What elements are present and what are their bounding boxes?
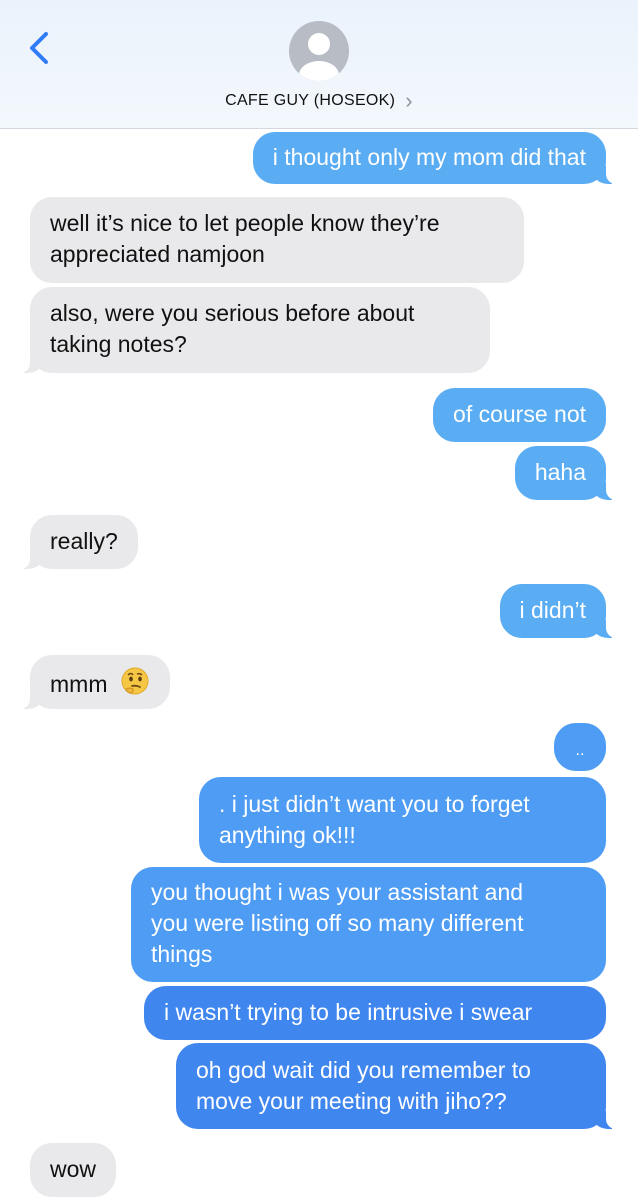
chevron-left-icon[interactable] bbox=[22, 28, 62, 68]
message-line: appreciated namjoon bbox=[50, 241, 265, 267]
message-bubble-outgoing[interactable]: .. bbox=[554, 723, 606, 771]
message-line: you thought i was your assistant and bbox=[151, 879, 524, 905]
message-bubble-outgoing[interactable]: haha bbox=[514, 446, 618, 500]
message-text: wow bbox=[50, 1156, 97, 1182]
message-line: taking notes? bbox=[50, 331, 187, 357]
message-text: .. bbox=[575, 742, 585, 759]
message-text: i thought only my mom did that bbox=[272, 144, 586, 170]
message-text: mmm bbox=[50, 671, 108, 697]
message-bubble-incoming[interactable]: well it’s nice to let people know they’r… bbox=[30, 197, 524, 283]
message-bubble-incoming[interactable]: mmm bbox=[19, 655, 170, 709]
message-line: you were listing off so many different bbox=[151, 910, 524, 936]
message-text: of course not bbox=[453, 401, 586, 427]
chevron-right-icon: › bbox=[405, 88, 413, 113]
contact-name-button[interactable]: CAFE GUY (HOSEOK) › bbox=[0, 88, 638, 113]
message-line: . i just didn’t want you to forget bbox=[219, 791, 530, 817]
message-bubble-incoming[interactable]: really? bbox=[19, 515, 138, 569]
message-text: really? bbox=[50, 528, 118, 554]
message-line: well it’s nice to let people know they’r… bbox=[50, 210, 440, 236]
message-bubble-outgoing[interactable]: i wasn’t trying to be intrusive i swear bbox=[144, 986, 606, 1040]
message-bubble-outgoing[interactable]: of course not bbox=[433, 388, 606, 442]
message-bubble-outgoing[interactable]: . i just didn’t want you to forget anyth… bbox=[199, 777, 606, 863]
message-line: move your meeting with jiho?? bbox=[196, 1088, 507, 1114]
thinking-face-emoji bbox=[121, 667, 149, 695]
message-line: anything ok!!! bbox=[219, 822, 356, 848]
contact-name: CAFE GUY (HOSEOK) bbox=[225, 92, 396, 109]
message-bubble-outgoing[interactable]: i thought only my mom did that bbox=[252, 132, 618, 184]
message-bubble-incoming[interactable]: also, were you serious before about taki… bbox=[19, 287, 490, 373]
message-bubble-incoming[interactable]: wow bbox=[30, 1143, 117, 1197]
message-line: things bbox=[151, 941, 213, 967]
message-bubble-outgoing[interactable]: you thought i was your assistant and you… bbox=[131, 867, 606, 982]
message-line: also, were you serious before about bbox=[50, 300, 415, 326]
message-bubble-outgoing[interactable]: oh god wait did you remember to move you… bbox=[176, 1043, 617, 1129]
message-text: i didn’t bbox=[519, 597, 586, 623]
conversation-header: CAFE GUY (HOSEOK) › bbox=[0, 0, 638, 129]
person-silhouette-icon bbox=[299, 33, 339, 81]
message-text: haha bbox=[534, 459, 586, 485]
message-bubble-outgoing[interactable]: i didn’t bbox=[499, 584, 618, 638]
message-text: i wasn’t trying to be intrusive i swear bbox=[164, 999, 533, 1025]
contact-avatar[interactable] bbox=[289, 21, 349, 81]
message-line: oh god wait did you remember to bbox=[196, 1057, 531, 1083]
